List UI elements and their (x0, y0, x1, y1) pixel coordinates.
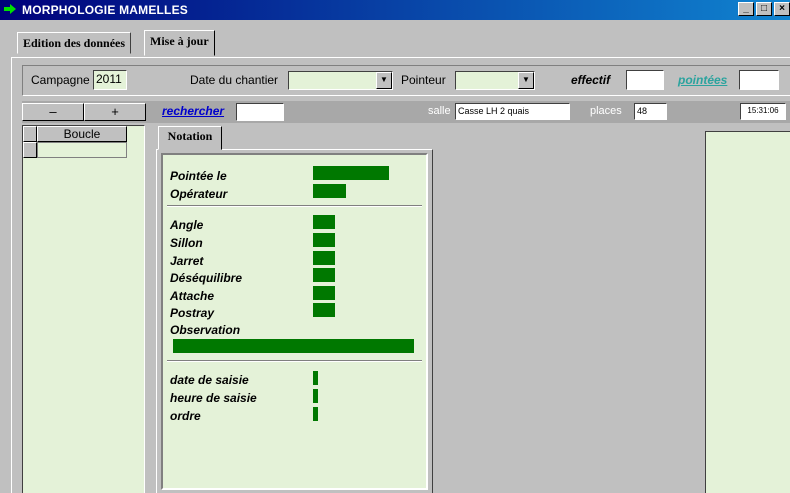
desequilibre-field[interactable] (313, 268, 335, 282)
list-corner (23, 126, 37, 142)
date-chantier-label: Date du chantier (190, 73, 279, 87)
notation-panel: Pointée le Opérateur Angle Sillon Jarret… (156, 149, 433, 493)
heure-saisie-field[interactable] (313, 389, 318, 403)
chevron-down-icon[interactable]: ▼ (518, 72, 534, 89)
effectif-label: effectif (571, 73, 611, 87)
ordre-label: ordre (170, 409, 201, 423)
heure-saisie-label: heure de saisie (170, 391, 257, 405)
angle-label: Angle (170, 218, 204, 232)
plus-button[interactable]: + (84, 103, 146, 121)
boucle-column-header[interactable]: Boucle (37, 126, 127, 142)
notation-content: Pointée le Opérateur Angle Sillon Jarret… (161, 153, 428, 490)
angle-field[interactable] (313, 215, 335, 229)
tab-mise-a-jour[interactable]: Mise à jour (144, 30, 215, 56)
campagne-field[interactable]: 2011 (93, 70, 127, 90)
close-icon[interactable]: × (774, 2, 790, 16)
postray-label: Postray (170, 306, 215, 320)
attache-label: Attache (170, 289, 215, 303)
right-side-panel[interactable] (705, 131, 790, 493)
date-saisie-label: date de saisie (170, 373, 249, 387)
attache-field[interactable] (313, 286, 335, 300)
pointees-field[interactable] (739, 70, 779, 90)
tab-notation[interactable]: Notation (158, 126, 222, 150)
chevron-down-icon[interactable]: ▼ (376, 72, 392, 89)
sillon-field[interactable] (313, 233, 335, 247)
date-saisie-field[interactable] (313, 371, 318, 385)
salle-field[interactable]: Casse LH 2 quais (455, 103, 570, 120)
search-input[interactable] (236, 103, 284, 121)
operateur-label: Opérateur (170, 187, 228, 201)
operateur-field[interactable] (313, 184, 346, 198)
places-field[interactable]: 48 (634, 103, 667, 120)
minimize-icon[interactable]: _ (738, 2, 754, 16)
filter-row: Campagne 2011 Date du chantier ▼ Pointeu… (22, 65, 790, 96)
pointeur-label: Pointeur (401, 73, 446, 87)
window-title: MORPHOLOGIE MAMELLES (22, 3, 188, 17)
separator (167, 205, 422, 207)
jarret-field[interactable] (313, 251, 335, 265)
jarret-label: Jarret (170, 254, 204, 268)
rechercher-label[interactable]: rechercher (162, 104, 224, 118)
observation-label: Observation (170, 323, 241, 337)
campagne-label: Campagne (31, 73, 90, 87)
pointeur-combo[interactable]: ▼ (455, 71, 535, 90)
pointee-le-label: Pointée le (170, 169, 227, 183)
tab-edition-des-donnees[interactable]: Edition des données (17, 32, 132, 54)
sillon-label: Sillon (170, 236, 203, 250)
main-tabs: Edition des données Mise à jour (0, 20, 790, 57)
postray-field[interactable] (313, 303, 335, 317)
row-selector[interactable] (23, 142, 37, 158)
app-arrow-icon (4, 4, 16, 14)
main-panel: Campagne 2011 Date du chantier ▼ Pointeu… (11, 57, 790, 493)
pointees-link[interactable]: pointées (678, 73, 727, 87)
maximize-icon[interactable]: □ (756, 2, 772, 16)
salle-label: salle (428, 105, 451, 117)
window-controls: _ □ × (736, 2, 790, 16)
effectif-field[interactable] (626, 70, 664, 90)
title-bar: MORPHOLOGIE MAMELLES _ □ × (0, 0, 790, 20)
date-chantier-combo[interactable]: ▼ (288, 71, 393, 90)
boucle-list[interactable]: Boucle (22, 125, 145, 493)
places-label: places (590, 105, 622, 117)
ordre-field[interactable] (313, 407, 318, 421)
time-display: 15:31:06 (740, 103, 786, 120)
boucle-cell[interactable] (37, 142, 127, 158)
separator (167, 360, 422, 362)
toolbar-row: – + rechercher salle Casse LH 2 quais pl… (22, 101, 790, 123)
minus-button[interactable]: – (22, 103, 84, 121)
observation-field[interactable] (173, 339, 414, 353)
desequilibre-label: Déséquilibre (170, 271, 243, 285)
pointee-le-field[interactable] (313, 166, 389, 180)
